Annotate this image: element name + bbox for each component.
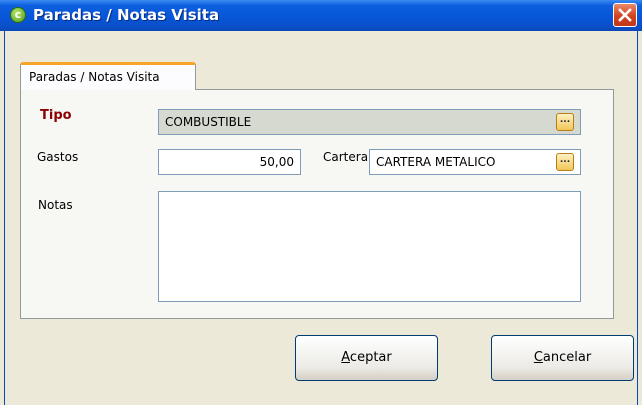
- aceptar-label: ceptar: [349, 350, 392, 365]
- cancelar-button[interactable]: Cancelar: [491, 335, 634, 381]
- aceptar-accel: A: [341, 350, 350, 365]
- window-title: Paradas / Notas Visita: [33, 6, 220, 24]
- close-icon: [618, 8, 632, 22]
- aceptar-button[interactable]: Aceptar: [295, 335, 438, 381]
- close-button[interactable]: [613, 3, 637, 27]
- cartera-field[interactable]: CARTERA METALICO: [369, 149, 581, 175]
- tipo-label: Tipo: [40, 108, 72, 123]
- gastos-label: Gastos: [37, 150, 79, 164]
- notas-label: Notas: [38, 198, 73, 212]
- tipo-browse-button[interactable]: ...: [556, 113, 574, 131]
- title-bar[interactable]: c Paradas / Notas Visita: [0, 0, 642, 31]
- cartera-label: Cartera: [323, 150, 369, 164]
- tipo-field[interactable]: COMBUSTIBLE: [158, 109, 581, 135]
- cancelar-accel: C: [533, 350, 543, 365]
- gastos-field[interactable]: 50,00: [158, 149, 301, 175]
- cartera-browse-button[interactable]: ...: [556, 153, 574, 171]
- notas-textarea[interactable]: [158, 191, 581, 302]
- app-icon: c: [10, 7, 26, 23]
- tab-paradas-notas-visita[interactable]: Paradas / Notas Visita: [20, 62, 196, 90]
- cancelar-label: ancelar: [542, 350, 592, 365]
